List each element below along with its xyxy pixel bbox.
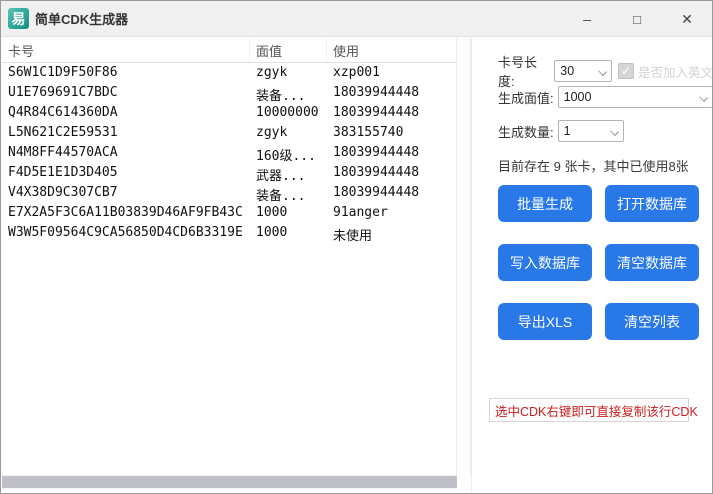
cell-card: W3W5F09564C9CA56850D4CD6B3319E [2,225,250,245]
cell-usage: 18039944448 [327,165,456,185]
control-panel: 卡号长度: 30 ✓ 是否加入英文 生成面值: 1000 生成数量: 1 [481,38,713,494]
app-icon: 易 [8,8,29,29]
app-window: 易 简单CDK生成器 – □ ✕ 卡号 面值 使用 S6W1C1D9F50F86… [0,0,713,494]
face-value-value: 1000 [564,90,592,104]
cell-card: V4X38D9C307CB7 [2,185,250,205]
chevron-down-icon [610,127,619,136]
cell-usage: 18039944448 [327,85,456,105]
column-header-value[interactable]: 面值 [250,38,327,62]
cell-value: 1000 [250,225,327,245]
card-length-select[interactable]: 30 [554,60,612,82]
cell-value: 160级... [250,145,327,165]
export-xls-button[interactable]: 导出XLS [498,303,592,340]
table-row[interactable]: S6W1C1D9F50F86zgykxzp001 [2,65,456,85]
english-checkbox-wrap: ✓ 是否加入英文 [618,62,713,81]
list-header: 卡号 面值 使用 [2,38,456,63]
clear-list-button[interactable]: 清空列表 [605,303,699,340]
copy-hint-label: 选中CDK右键即可直接复制该行CDK [489,398,689,422]
column-header-usage[interactable]: 使用 [327,38,456,62]
cell-value: 装备... [250,85,327,105]
face-value-select[interactable]: 1000 [558,86,713,108]
table-row[interactable]: Q4R84C614360DA1000000018039944448 [2,105,456,125]
open-database-button[interactable]: 打开数据库 [605,185,699,222]
status-text: 目前存在 9 张卡，其中已使用8张 [498,156,689,175]
chevron-down-icon [598,67,607,76]
cell-card: L5N621C2E59531 [2,125,250,145]
cell-card: N4M8FF44570ACA [2,145,250,165]
write-database-button[interactable]: 写入数据库 [498,244,592,281]
english-checkbox[interactable]: ✓ [618,63,634,79]
cell-card: U1E769691C7BDC [2,85,250,105]
cell-usage: 18039944448 [327,105,456,125]
table-row[interactable]: E7X2A5F3C6A11B03839D46AF9FB43C100091ange… [2,205,456,225]
batch-generate-button[interactable]: 批量生成 [498,185,592,222]
cell-value: 武器... [250,165,327,185]
cell-usage: 未使用 [327,225,456,245]
cell-usage: 18039944448 [327,145,456,165]
column-header-card[interactable]: 卡号 [2,38,250,62]
cell-usage: 91anger [327,205,456,225]
cell-value: zgyk [250,125,327,145]
quantity-value: 1 [564,124,571,138]
close-icon[interactable]: ✕ [662,1,712,37]
minimize-icon[interactable]: – [562,1,612,37]
card-length-label: 卡号长度: [498,52,550,90]
english-checkbox-label: 是否加入英文 [638,62,713,81]
cell-card: S6W1C1D9F50F86 [2,65,250,85]
cell-value: zgyk [250,65,327,85]
quantity-label: 生成数量: [498,122,554,141]
chevron-down-icon [699,93,708,102]
title-bar: 易 简单CDK生成器 – □ ✕ [1,1,712,37]
cell-usage: 383155740 [327,125,456,145]
face-value-label: 生成面值: [498,88,554,107]
cell-usage: xzp001 [327,65,456,85]
table-row[interactable]: F4D5E1E1D3D405武器...18039944448 [2,165,456,185]
table-body: S6W1C1D9F50F86zgykxzp001U1E769691C7BDC装备… [2,65,456,245]
quantity-select[interactable]: 1 [558,120,624,142]
horizontal-scrollbar[interactable] [2,475,457,489]
cell-card: Q4R84C614360DA [2,105,250,125]
window-title: 简单CDK生成器 [35,9,128,28]
window-controls: – □ ✕ [562,1,712,37]
table-row[interactable]: N4M8FF44570ACA160级...18039944448 [2,145,456,165]
table-row[interactable]: U1E769691C7BDC装备...18039944448 [2,85,456,105]
clear-database-button[interactable]: 清空数据库 [605,244,699,281]
cell-card: E7X2A5F3C6A11B03839D46AF9FB43C [2,205,250,225]
cell-value: 1000 [250,205,327,225]
table-row[interactable]: V4X38D9C307CB7装备...18039944448 [2,185,456,205]
cell-usage: 18039944448 [327,185,456,205]
cell-value: 10000000 [250,105,327,125]
card-length-value: 30 [560,64,574,78]
vertical-scrollbar[interactable] [456,38,471,475]
maximize-icon[interactable]: □ [612,1,662,37]
horizontal-scrollbar-thumb[interactable] [2,476,457,488]
cdk-list: 卡号 面值 使用 S6W1C1D9F50F86zgykxzp001U1E7696… [2,38,472,491]
cell-card: F4D5E1E1D3D405 [2,165,250,185]
table-row[interactable]: W3W5F09564C9CA56850D4CD6B3319E1000未使用 [2,225,456,245]
table-row[interactable]: L5N621C2E59531zgyk383155740 [2,125,456,145]
cell-value: 装备... [250,185,327,205]
